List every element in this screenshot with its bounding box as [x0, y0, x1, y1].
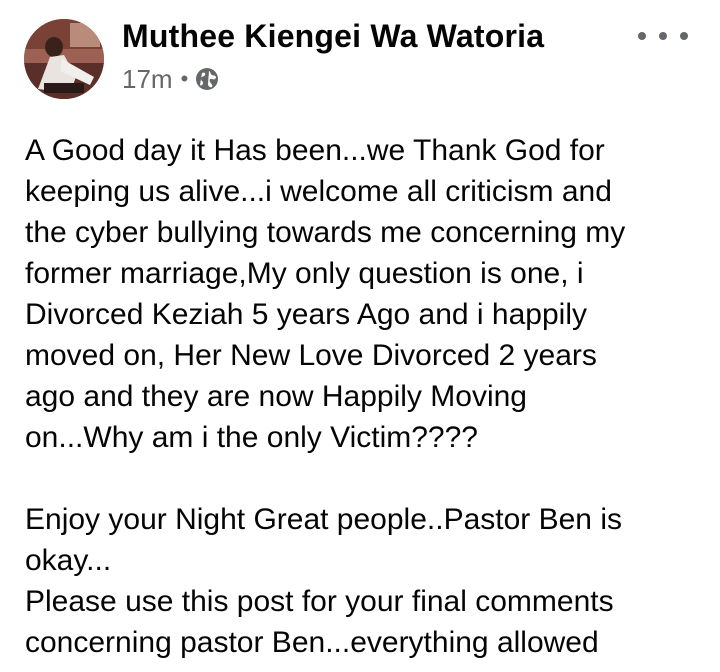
body-line: Please use this post for your final comm… [25, 585, 614, 618]
more-options-icon[interactable] [638, 22, 688, 50]
more-dot [680, 32, 688, 40]
body-line: moved on, Her New Love Divorced 2 years [25, 339, 597, 372]
body-line: okay... [25, 544, 112, 577]
post-meta: 17m • [122, 63, 219, 95]
body-line: keeping us alive...i welcome all critici… [25, 175, 612, 208]
post-header: Muthee Kiengei Wa Watoria 17m • [0, 0, 720, 110]
globe-icon[interactable] [195, 67, 219, 91]
body-line: on...Why am i the only Victim???? [25, 421, 478, 454]
body-line: ago and they are now Happily Moving [25, 380, 527, 413]
profile-avatar-icon [24, 19, 104, 99]
body-line: Enjoy your Night Great people..Pastor Be… [25, 503, 622, 536]
body-line: A Good day it Has been...we Thank God fo… [25, 134, 605, 167]
post-body: A Good day it Has been...we Thank God fo… [25, 130, 715, 663]
body-line: concerning pastor Ben...everything allow… [25, 626, 599, 659]
body-line: the cyber bullying towards me concerning… [25, 216, 626, 249]
author-name-link[interactable]: Muthee Kiengei Wa Watoria [122, 18, 544, 55]
more-dot [659, 32, 667, 40]
meta-separator: • [180, 66, 189, 91]
body-line: Divorced Keziah 5 years Ago and i happil… [25, 298, 588, 331]
body-line: former marriage,My only question is one,… [25, 257, 584, 290]
author-avatar[interactable] [24, 19, 104, 99]
post-timestamp[interactable]: 17m [122, 64, 173, 95]
facebook-post: Muthee Kiengei Wa Watoria 17m • A Good d… [0, 0, 720, 672]
more-dot [638, 32, 646, 40]
